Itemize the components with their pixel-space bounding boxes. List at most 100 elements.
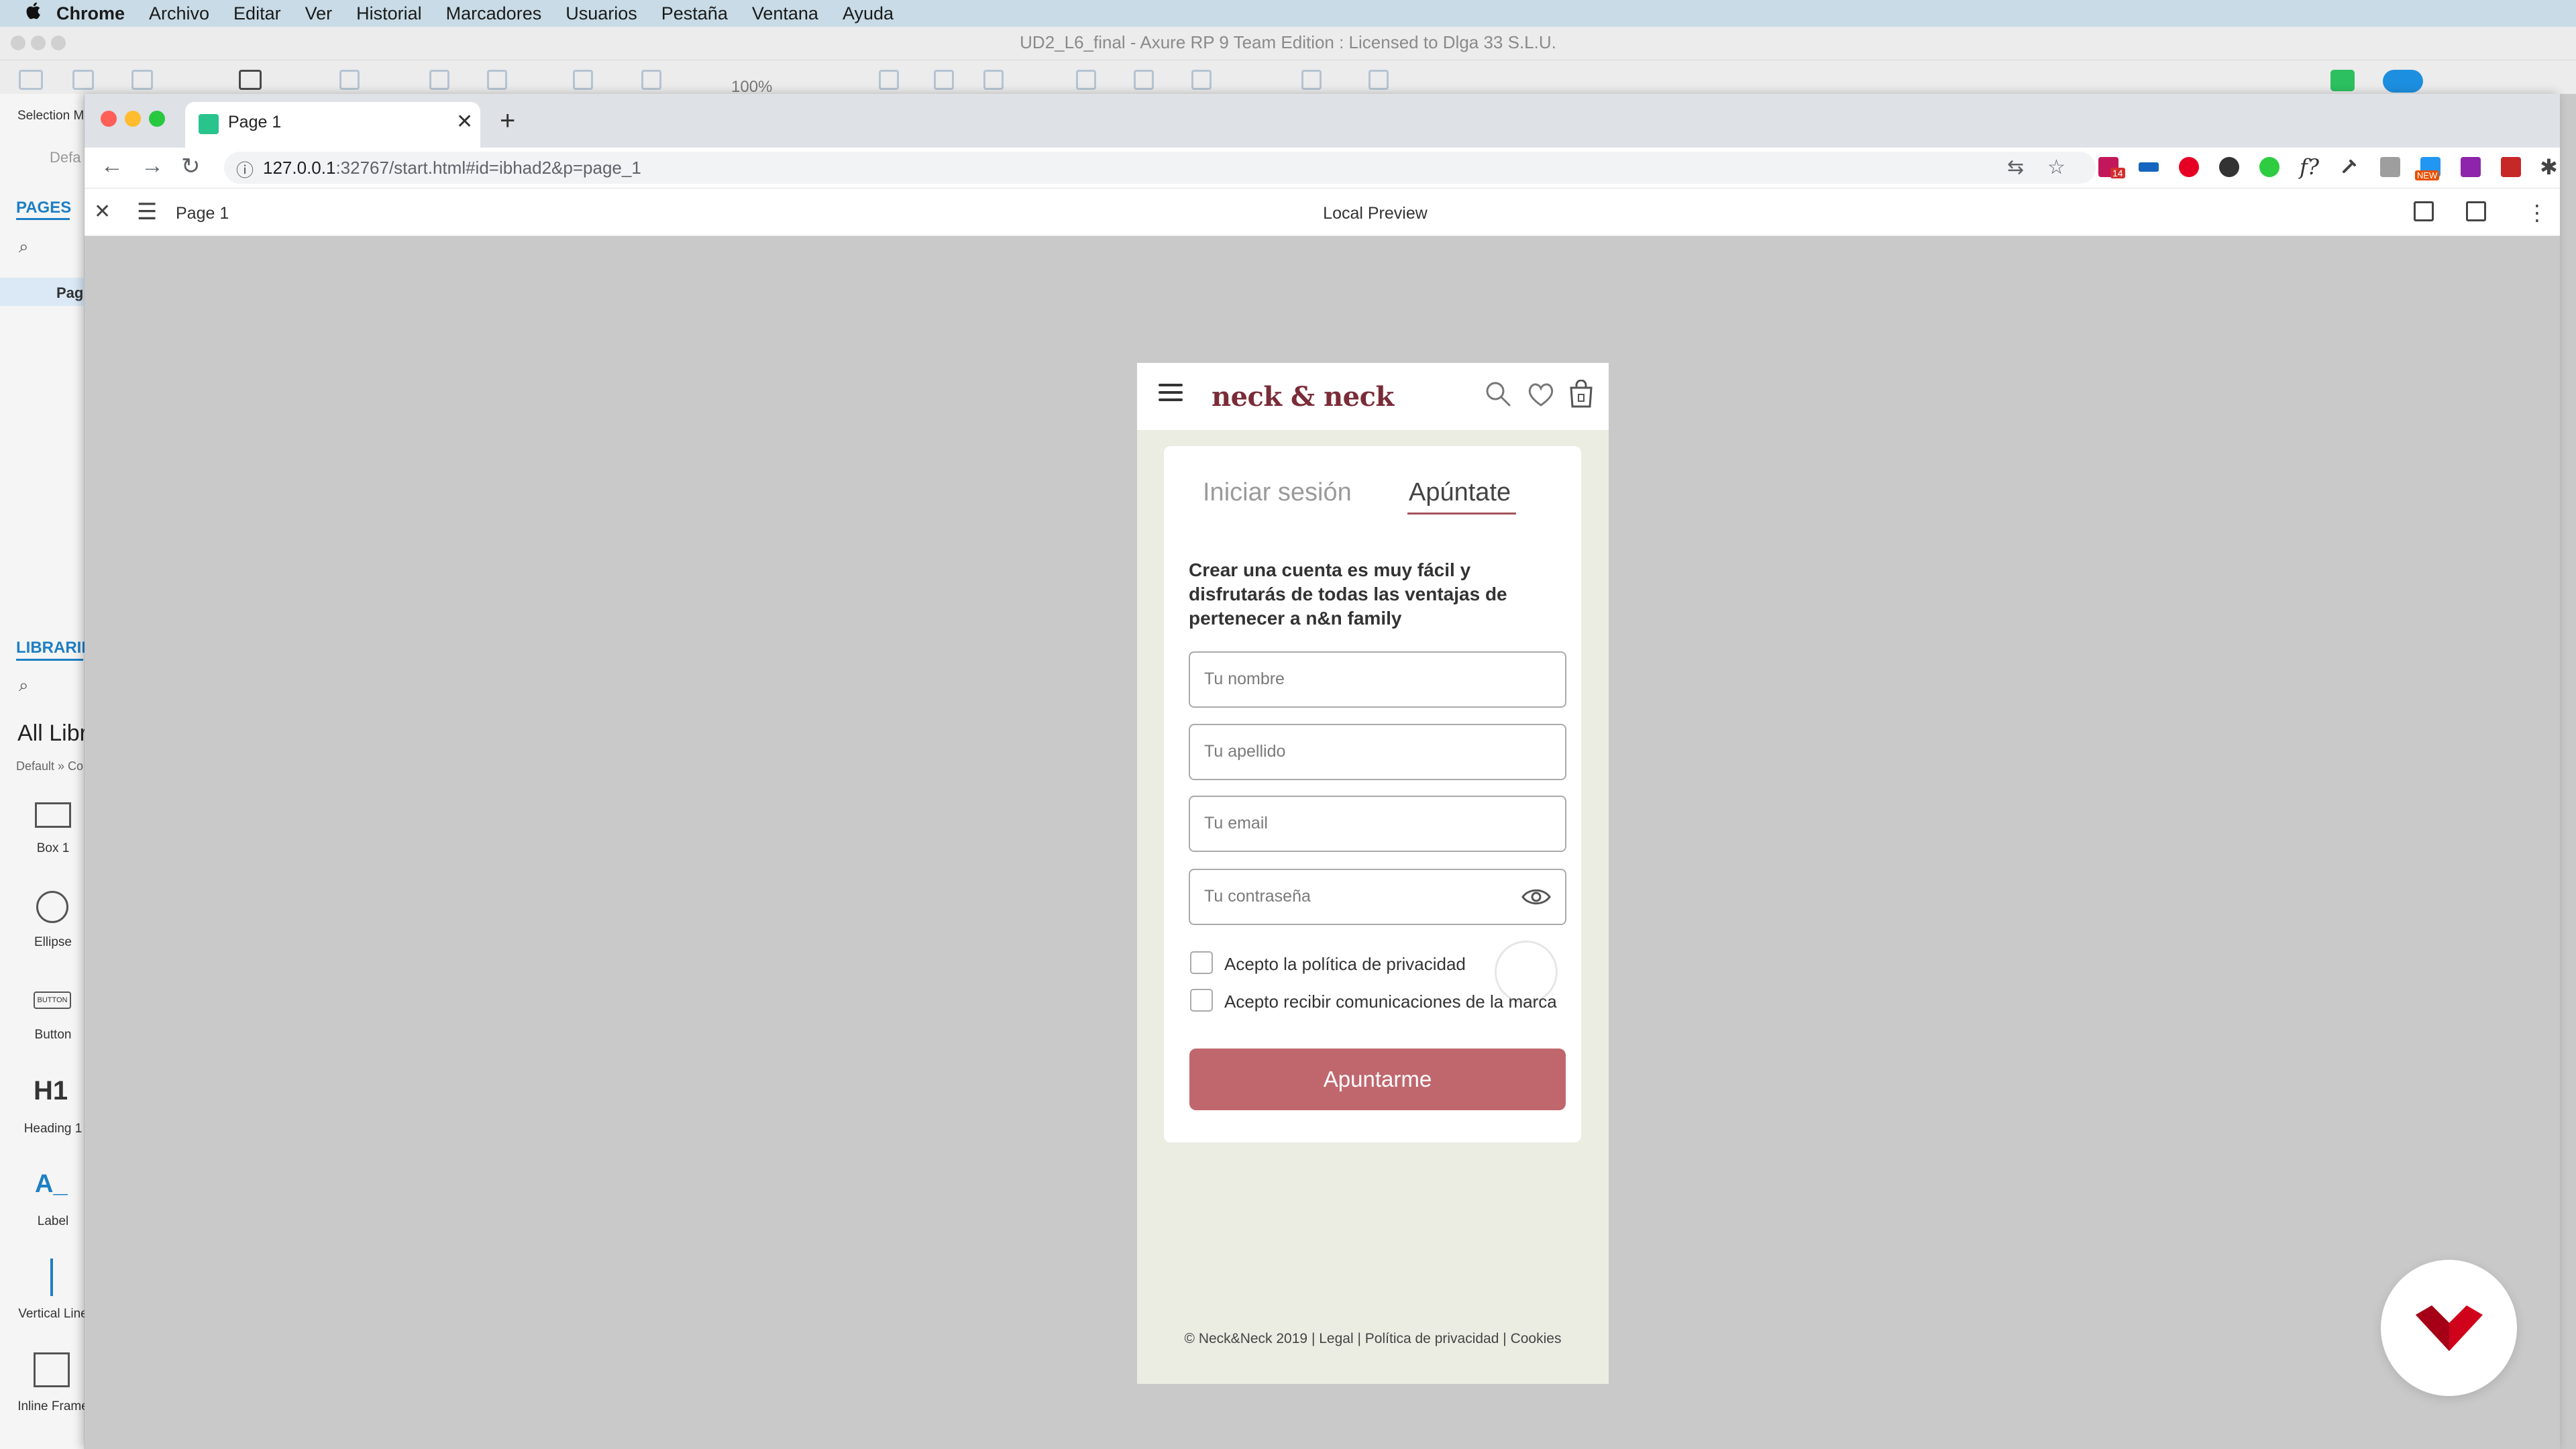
- footer-separator: |: [1503, 1331, 1507, 1346]
- show-password-eye-icon[interactable]: [1521, 885, 1552, 908]
- hamburger-menu-icon[interactable]: [1159, 384, 1183, 406]
- search-icon[interactable]: [1484, 380, 1512, 408]
- menu-ventana[interactable]: Ventana: [752, 3, 818, 24]
- extension-1-badge: 14: [2110, 168, 2125, 178]
- inline-frame-icon[interactable]: [34, 1352, 70, 1387]
- tab-login[interactable]: Iniciar sesión: [1203, 478, 1352, 507]
- apuntarme-button[interactable]: Apuntarme: [1189, 1049, 1566, 1110]
- menu-ayuda[interactable]: Ayuda: [843, 3, 894, 24]
- pinterest-icon[interactable]: [2179, 157, 2199, 177]
- crop-icon[interactable]: [339, 70, 360, 90]
- extensions-puzzle-icon[interactable]: ✱: [2540, 154, 2558, 180]
- default-style-label: Defa: [50, 149, 81, 166]
- pages-tab[interactable]: PAGES: [16, 199, 71, 217]
- bookmark-star-icon[interactable]: ☆: [2047, 156, 2065, 179]
- preview-more-icon[interactable]: ⋮: [2526, 200, 2548, 225]
- extension-2-icon[interactable]: [2139, 162, 2159, 172]
- connect-icon[interactable]: [72, 70, 94, 90]
- preview-menu-icon[interactable]: ☰: [137, 199, 157, 225]
- widget-button-label: Button: [34, 1028, 72, 1042]
- font-finder-icon[interactable]: f?: [2300, 154, 2319, 180]
- menu-archivo[interactable]: Archivo: [149, 3, 209, 24]
- back-arrow-icon[interactable]: ←: [101, 153, 123, 179]
- ellipse-icon[interactable]: [36, 891, 68, 923]
- align-right-icon[interactable]: [983, 70, 1004, 90]
- preview-close-icon[interactable]: ✕: [94, 200, 111, 223]
- footer-separator: |: [1311, 1331, 1316, 1346]
- distribute-v-icon[interactable]: [1368, 70, 1389, 90]
- apple-menu-icon[interactable]: [9, 1, 56, 25]
- tab-signup[interactable]: Apúntate: [1409, 478, 1511, 507]
- communications-checkbox-label[interactable]: Acepto recibir comunicaciones de la marc…: [1224, 991, 1557, 1012]
- inspect-icon[interactable]: [2466, 201, 2486, 221]
- active-tab-underline: [1407, 513, 1516, 515]
- floating-logo-badge[interactable]: [2381, 1260, 2517, 1396]
- url-text[interactable]: 127.0.0.1:32767/start.html#id=ibhad2&p=p…: [263, 158, 641, 178]
- distribute-h-icon[interactable]: [1301, 70, 1322, 90]
- footer-cookies-link[interactable]: Cookies: [1511, 1331, 1562, 1346]
- footer-separator: |: [1357, 1331, 1361, 1346]
- menu-historial[interactable]: Historial: [356, 3, 422, 24]
- heart-icon[interactable]: [1527, 381, 1555, 408]
- tab-close-icon[interactable]: ✕: [456, 110, 473, 133]
- password-placeholder: Tu contraseña: [1204, 887, 1311, 906]
- menu-marcadores[interactable]: Marcadores: [446, 3, 542, 24]
- footer-privacy-link[interactable]: Política de privacidad: [1365, 1331, 1499, 1346]
- translate-icon[interactable]: ⇆: [2007, 156, 2024, 179]
- libraries-tab[interactable]: LIBRARIE: [16, 639, 92, 657]
- window-minimize-button[interactable]: [125, 111, 141, 127]
- selection-mode-icon[interactable]: [19, 70, 43, 90]
- insert-icon[interactable]: [239, 70, 262, 90]
- reload-icon[interactable]: ↻: [181, 153, 201, 180]
- all-libraries-dropdown[interactable]: All Libr: [17, 720, 87, 747]
- extension-10-icon[interactable]: [2461, 157, 2481, 177]
- shopping-bag-icon[interactable]: [1568, 379, 1594, 409]
- brand-logo[interactable]: neck & neck: [1212, 381, 1394, 413]
- align-center-icon[interactable]: [934, 70, 954, 90]
- new-tab-button[interactable]: +: [500, 106, 515, 136]
- footer-legal-link[interactable]: Legal: [1319, 1331, 1353, 1346]
- menu-editar[interactable]: Editar: [233, 3, 281, 24]
- extension-8-icon[interactable]: [2380, 157, 2400, 177]
- window-zoom-button[interactable]: [149, 111, 165, 127]
- heading-icon[interactable]: H1: [34, 1076, 68, 1106]
- box-icon[interactable]: [35, 802, 71, 828]
- align-middle-icon[interactable]: [1134, 70, 1154, 90]
- group-icon[interactable]: [429, 70, 449, 90]
- preview-play-icon[interactable]: [2330, 70, 2355, 91]
- privacy-checkbox[interactable]: [1190, 951, 1213, 974]
- menu-app-name[interactable]: Chrome: [56, 3, 125, 24]
- label-icon[interactable]: A_: [35, 1170, 68, 1199]
- menu-ver[interactable]: Ver: [305, 3, 333, 24]
- pages-search-icon[interactable]: ⌕: [19, 236, 29, 258]
- communications-checkbox[interactable]: [1190, 989, 1213, 1012]
- privacy-checkbox-label[interactable]: Acepto la política de privacidad: [1224, 954, 1466, 975]
- tree-icon[interactable]: [131, 70, 153, 90]
- align-left-icon[interactable]: [879, 70, 899, 90]
- pages-tab-underline: [16, 218, 70, 220]
- window-close-button[interactable]: [101, 111, 117, 127]
- vertical-line-icon[interactable]: [50, 1258, 53, 1296]
- axure-window-title: UD2_L6_final - Axure RP 9 Team Edition :…: [1020, 32, 1556, 52]
- publish-cloud-icon[interactable]: [2383, 70, 2423, 93]
- page-list-item-label: Pag: [56, 284, 84, 301]
- extension-11-icon[interactable]: [2501, 157, 2521, 177]
- extension-5-icon[interactable]: [2259, 157, 2279, 177]
- ungroup-icon[interactable]: [487, 70, 507, 90]
- forward-arrow-icon[interactable]: →: [141, 153, 164, 179]
- align-bottom-icon[interactable]: [1191, 70, 1212, 90]
- back-icon[interactable]: [641, 70, 661, 90]
- button-icon[interactable]: BUTTON: [34, 991, 71, 1009]
- site-info-icon[interactable]: ⓘ: [236, 157, 254, 182]
- eyedropper-icon[interactable]: [2340, 156, 2360, 176]
- menu-usuarios[interactable]: Usuarios: [566, 3, 637, 24]
- extension-4-icon[interactable]: [2219, 157, 2239, 177]
- notes-panel-icon[interactable]: [2414, 201, 2434, 221]
- menu-pestana[interactable]: Pestaña: [661, 3, 728, 24]
- axure-toolbar: [0, 60, 2576, 94]
- widget-box-label: Box 1: [36, 841, 70, 855]
- library-search-icon[interactable]: ⌕: [19, 675, 29, 696]
- selection-mode-label: Selection Mo: [17, 109, 91, 123]
- align-top-icon[interactable]: [1076, 70, 1096, 90]
- front-icon[interactable]: [573, 70, 593, 90]
